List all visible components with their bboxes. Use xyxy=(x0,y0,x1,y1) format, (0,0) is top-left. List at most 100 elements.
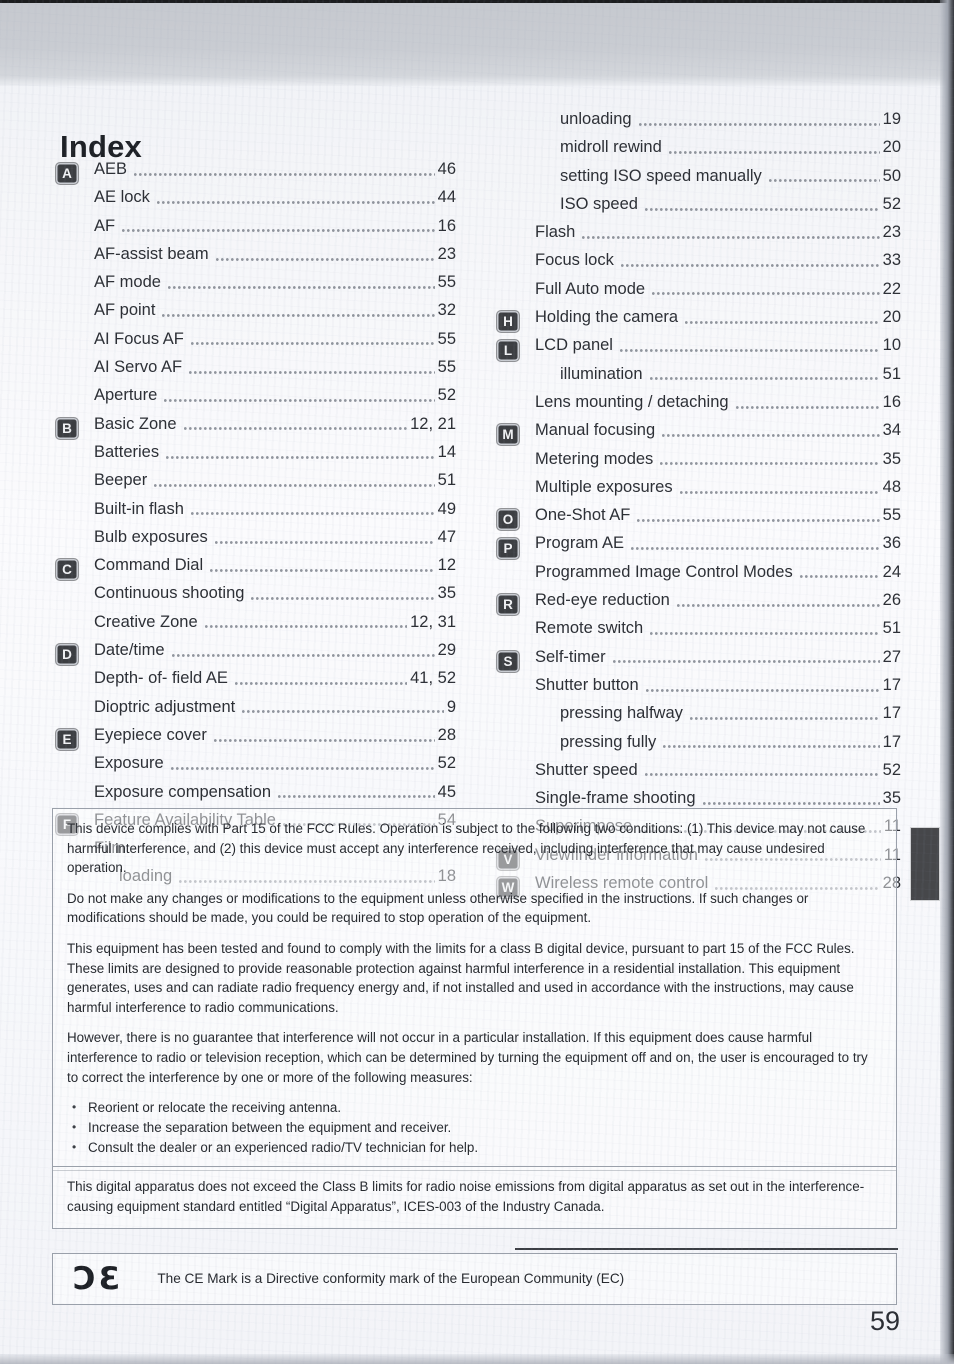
index-letter-slot xyxy=(497,113,535,135)
index-entry: Bulb exposures 47 xyxy=(56,528,456,556)
index-entry-page: 55 xyxy=(882,506,901,525)
index-entry-label: Batteries xyxy=(94,442,160,461)
dot-leader xyxy=(189,367,435,377)
ce-mark-notice: ƆƐ The CE Mark is a Directive conformity… xyxy=(52,1253,897,1305)
index-entry: Aperture 52 xyxy=(56,386,456,414)
dot-leader xyxy=(612,657,880,667)
index-letter-slot: A xyxy=(56,163,94,185)
dot-leader xyxy=(649,374,880,384)
index-entry-page: 23 xyxy=(882,223,901,242)
index-entry: AI Focus AF 55 xyxy=(56,330,456,358)
index-entry-label: Full Auto mode xyxy=(535,279,646,298)
index-entry-label: AE lock xyxy=(94,188,150,207)
index-entry: illumination 51 xyxy=(497,365,901,393)
index-letter-slot xyxy=(497,368,535,390)
index-entry: Depth- of- field AE 41, 52 xyxy=(56,669,456,697)
scan-edge-bottom xyxy=(0,1354,954,1364)
index-entry-page: 48 xyxy=(882,477,901,496)
index-letter-slot: R xyxy=(497,594,535,616)
index-entry-page: 45 xyxy=(437,782,456,801)
index-letter-badge: O xyxy=(497,509,519,531)
dot-leader xyxy=(582,232,880,242)
index-entry: Lens mounting / detaching 16 xyxy=(497,393,901,421)
ices-003-notice: This digital apparatus does not exceed t… xyxy=(52,1166,897,1230)
fcc-compliance-notice: This device complies with Part 15 of the… xyxy=(52,808,897,1172)
index-letter-slot xyxy=(56,333,94,355)
index-entry: AI Servo AF 55 xyxy=(56,358,456,386)
index-entry: R Red-eye reduction 26 xyxy=(497,591,901,619)
index-entry: M Manual focusing 34 xyxy=(497,421,901,449)
index-entry: Flash 23 xyxy=(497,223,901,251)
fcc-paragraph: Do not make any changes or modifications… xyxy=(67,890,809,926)
index-letter-slot xyxy=(497,396,535,418)
index-entry-page: 52 xyxy=(437,754,456,773)
index-entry-page: 35 xyxy=(882,449,901,468)
index-entry-label: Flash xyxy=(535,223,576,242)
index-entry: Focus lock 33 xyxy=(497,251,901,279)
dot-leader xyxy=(251,594,435,604)
dot-leader xyxy=(619,346,880,356)
index-entry: AF-assist beam 23 xyxy=(56,245,456,273)
index-entry-page: 35 xyxy=(437,584,456,603)
index-letter-slot xyxy=(56,588,94,610)
index-entry-label: LCD panel xyxy=(535,336,613,355)
index-entry: P Program AE 36 xyxy=(497,534,901,562)
index-letter-badge: D xyxy=(56,644,78,666)
index-entry-page: 46 xyxy=(437,160,456,178)
dot-leader xyxy=(702,798,880,808)
dot-leader xyxy=(652,289,880,299)
index-entry: AF 16 xyxy=(56,217,456,245)
index-entry: Multiple exposures 48 xyxy=(497,478,901,506)
index-entry-label: Date/time xyxy=(94,641,165,660)
dot-leader xyxy=(167,282,435,292)
index-entry-label: Eyepiece cover xyxy=(94,725,207,744)
index-entry-label: Multiple exposures xyxy=(535,477,673,496)
index-entry: AF point 32 xyxy=(56,301,456,329)
index-letter-slot: P xyxy=(497,537,535,560)
dot-leader xyxy=(768,176,880,186)
index-entry-label: ISO speed xyxy=(560,194,638,213)
index-entry-label: Remote switch xyxy=(535,619,644,638)
index-letter-slot xyxy=(56,305,94,327)
index-entry-label: Metering modes xyxy=(535,449,654,468)
dot-leader xyxy=(164,396,435,406)
index-letter-slot: B xyxy=(56,417,94,440)
index-entry: ISO speed 52 xyxy=(497,195,901,223)
dot-leader xyxy=(190,509,435,519)
index-entry-label: AEB xyxy=(94,160,128,178)
index-entry: Shutter button 17 xyxy=(497,676,901,704)
index-letter-badge: A xyxy=(56,163,78,185)
index-entry: Continuous shooting 35 xyxy=(56,584,456,612)
dot-leader xyxy=(689,713,880,723)
dot-leader xyxy=(154,480,435,490)
index-entry: Dioptric adjustment 9 xyxy=(56,698,456,726)
scan-edge-right xyxy=(940,0,954,1364)
index-letter-slot xyxy=(497,226,535,248)
dot-leader xyxy=(637,515,880,525)
dot-leader xyxy=(162,311,435,321)
index-entry-label: Focus lock xyxy=(535,251,614,270)
index-entry-page: 17 xyxy=(882,675,901,694)
index-letter-slot xyxy=(497,255,535,277)
index-letter-slot xyxy=(497,736,535,758)
dot-leader xyxy=(638,119,880,129)
index-entry: A AEB 46 xyxy=(56,160,456,188)
index-letter-slot xyxy=(56,503,94,525)
dot-leader xyxy=(134,169,435,179)
dot-leader xyxy=(644,770,880,780)
index-entry-label: pressing halfway xyxy=(560,704,683,723)
index-entry-label: Bulb exposures xyxy=(94,527,208,546)
index-letter-slot xyxy=(497,764,535,786)
index-letter-slot xyxy=(56,220,94,242)
index-letter-slot xyxy=(56,757,94,779)
index-letter-badge: P xyxy=(497,537,519,559)
index-entry-page: 51 xyxy=(437,471,456,490)
index-entry-page: 41, 52 xyxy=(410,669,456,688)
list-item: Increase the separation between the equi… xyxy=(67,1117,882,1138)
index-entry-page: 24 xyxy=(882,562,901,581)
scanned-page: Index A AEB 46 AE lock 44 AF 16 AF-assist beam 2… xyxy=(0,0,954,1364)
dot-leader xyxy=(190,339,435,349)
fcc-measures-list: Reorient or relocate the receiving anten… xyxy=(67,1097,882,1158)
dot-leader xyxy=(166,452,435,462)
index-entry-page: 33 xyxy=(882,251,901,270)
